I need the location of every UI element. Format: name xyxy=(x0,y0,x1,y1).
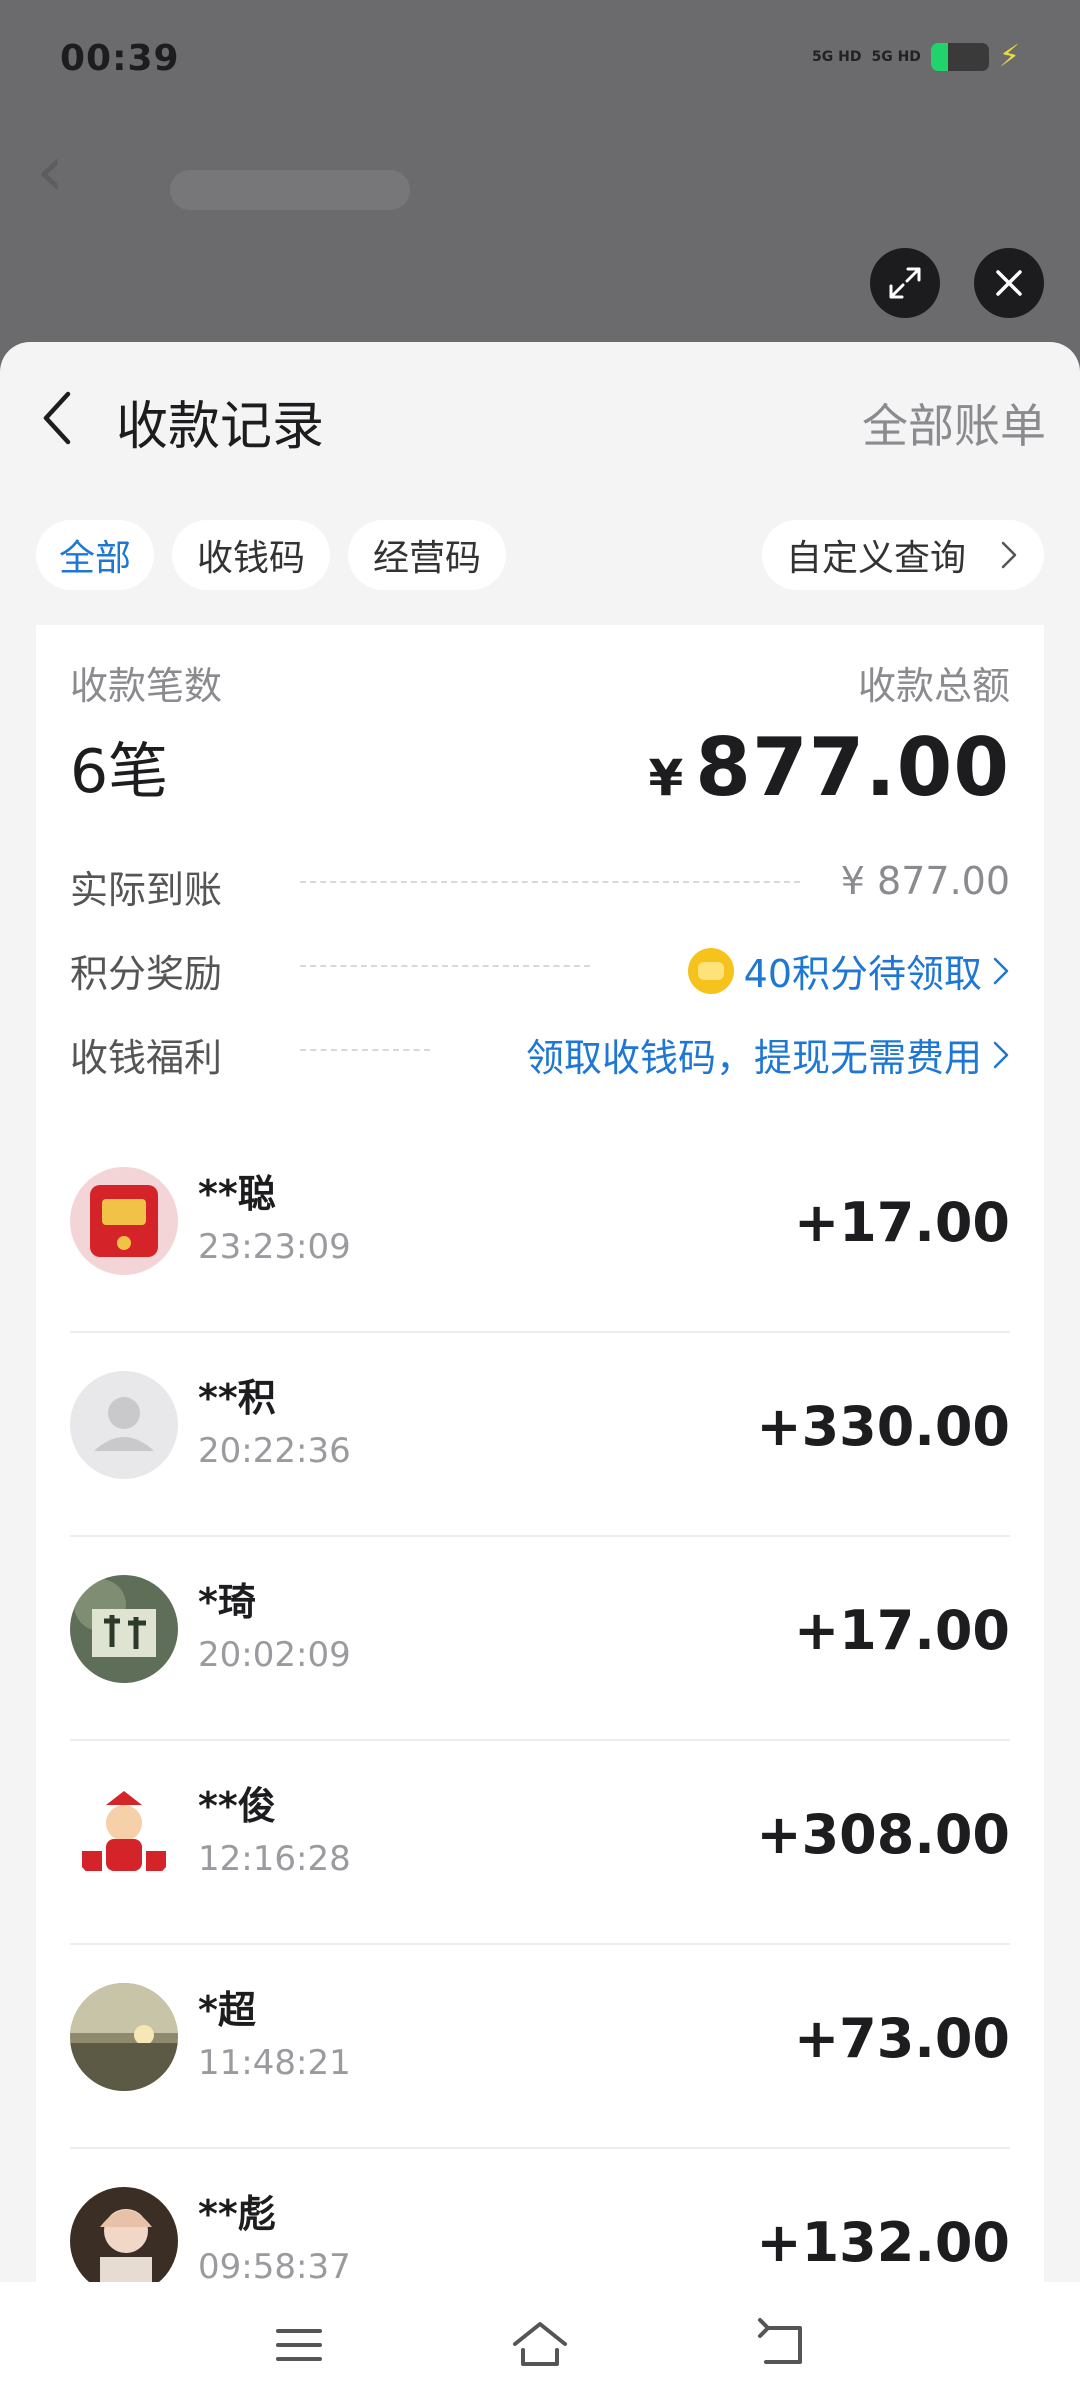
points-text: 40积分待领取 xyxy=(743,952,982,996)
expand-icon xyxy=(889,267,921,299)
signal-indicator-2: 5G HD xyxy=(871,49,921,65)
screen: 00:39 5G HD 5G HD ⚡ ‹ 收款记录 全部账单 全部 收钱码 经… xyxy=(0,0,1080,2408)
payment-amount: +17.00 xyxy=(793,1191,1010,1254)
tab-collection-code[interactable]: 收钱码 xyxy=(172,520,330,590)
status-icons: 5G HD 5G HD ⚡ xyxy=(812,42,1020,72)
tab-business-code[interactable]: 经营码 xyxy=(348,520,506,590)
count-label: 收款笔数 xyxy=(70,664,223,708)
count-value: 6笔 xyxy=(70,737,169,807)
close-button[interactable] xyxy=(974,248,1044,318)
detail-row-benefit[interactable]: 收钱福利 领取收钱码，提现无需费用 xyxy=(70,1019,1010,1082)
all-bills-link[interactable]: 全部账单 xyxy=(862,390,1046,456)
payer-name: **积 xyxy=(198,1376,276,1420)
chevron-right-icon xyxy=(993,1041,1009,1068)
payment-time: 09:58:37 xyxy=(198,2247,351,2287)
payment-amount: +73.00 xyxy=(793,2007,1010,2070)
avatar xyxy=(70,1575,178,1683)
background-title-blur xyxy=(170,170,410,210)
actual-amount: ¥ 877.00 xyxy=(840,859,1010,903)
charging-icon: ⚡ xyxy=(998,39,1020,74)
detail-row-points[interactable]: 积分奖励 40积分待领取 xyxy=(70,935,1010,998)
divider-dashed xyxy=(300,965,590,967)
signal-indicator-1: 5G HD xyxy=(812,49,862,65)
transaction-row[interactable]: **俊 12:16:28 +308.00 xyxy=(70,1739,1010,1945)
transaction-row[interactable]: *超 11:48:21 +73.00 xyxy=(70,1943,1010,2149)
detail-key: 积分奖励 xyxy=(70,952,223,996)
transaction-row[interactable]: **积 20:22:36 +330.00 xyxy=(70,1331,1010,1537)
background-back-icon: ‹ xyxy=(36,130,64,212)
back-button[interactable] xyxy=(34,386,82,450)
payer-name: **彪 xyxy=(198,2192,276,2236)
payer-name: **俊 xyxy=(198,1784,276,1828)
benefit-text: 领取收钱码，提现无需费用 xyxy=(525,1036,982,1080)
benefit-link[interactable]: 领取收钱码，提现无需费用 xyxy=(526,1027,1010,1082)
summary-card: 收款笔数 收款总额 6笔 ¥ 877.00 实际到账 ¥ 877.00 积分奖励… xyxy=(36,625,1044,2408)
filter-tabs: 全部 收钱码 经营码 自定义查询 xyxy=(36,520,1044,590)
payment-time: 20:22:36 xyxy=(198,1431,351,1471)
detail-key: 收钱福利 xyxy=(70,1036,223,1080)
payment-records-sheet: 收款记录 全部账单 全部 收钱码 经营码 自定义查询 收款笔数 收款总额 6笔 … xyxy=(0,342,1080,2408)
detail-key: 实际到账 xyxy=(70,868,223,912)
divider-dashed xyxy=(300,881,800,883)
custom-query-label: 自定义查询 xyxy=(786,538,967,579)
page-title: 收款记录 xyxy=(116,397,325,457)
transaction-row[interactable]: *琦 20:02:09 +17.00 xyxy=(70,1535,1010,1741)
payer-name: *琦 xyxy=(198,1580,256,1624)
coin-icon xyxy=(687,947,734,994)
avatar xyxy=(70,2187,178,2295)
total-value: ¥ 877.00 xyxy=(648,721,1010,814)
payment-amount: +17.00 xyxy=(793,1599,1010,1662)
avatar xyxy=(70,1983,178,2091)
expand-button[interactable] xyxy=(870,248,940,318)
detail-row-actual: 实际到账 ¥ 877.00 xyxy=(70,851,1010,912)
payment-time: 23:23:09 xyxy=(198,1227,351,1267)
payment-amount: +308.00 xyxy=(756,1803,1010,1866)
back-nav-icon[interactable] xyxy=(750,2314,812,2376)
payment-amount: +330.00 xyxy=(756,1395,1010,1458)
transaction-row[interactable]: **聪 23:23:09 +17.00 xyxy=(70,1127,1010,1333)
payment-time: 12:16:28 xyxy=(198,1839,351,1879)
chevron-right-icon xyxy=(993,957,1009,984)
battery-icon xyxy=(930,43,989,71)
custom-query-button[interactable]: 自定义查询 xyxy=(762,520,1044,590)
payment-time: 20:02:09 xyxy=(198,1635,351,1675)
avatar xyxy=(70,1779,178,1887)
total-label: 收款总额 xyxy=(857,664,1010,708)
payer-name: *超 xyxy=(198,1988,256,2032)
tab-all[interactable]: 全部 xyxy=(36,520,154,590)
total-amount: 877.00 xyxy=(695,721,1010,814)
close-icon xyxy=(996,270,1022,296)
default-avatar-icon xyxy=(70,1371,178,1479)
status-time: 00:39 xyxy=(60,38,180,79)
detail-value: ¥ 877.00 xyxy=(841,859,1010,903)
divider-dashed xyxy=(300,1049,430,1051)
avatar xyxy=(70,1167,178,1275)
payer-name: **聪 xyxy=(198,1172,276,1216)
currency-symbol: ¥ xyxy=(648,749,684,807)
home-icon[interactable] xyxy=(509,2314,571,2376)
payment-amount: +132.00 xyxy=(756,2211,1010,2274)
menu-icon[interactable] xyxy=(268,2314,330,2376)
points-link[interactable]: 40积分待领取 xyxy=(687,943,1010,998)
payment-time: 11:48:21 xyxy=(198,2043,351,2083)
sheet-header: 收款记录 全部账单 xyxy=(0,342,1080,487)
system-nav-bar xyxy=(0,2282,1080,2408)
chevron-right-icon xyxy=(1001,541,1017,569)
